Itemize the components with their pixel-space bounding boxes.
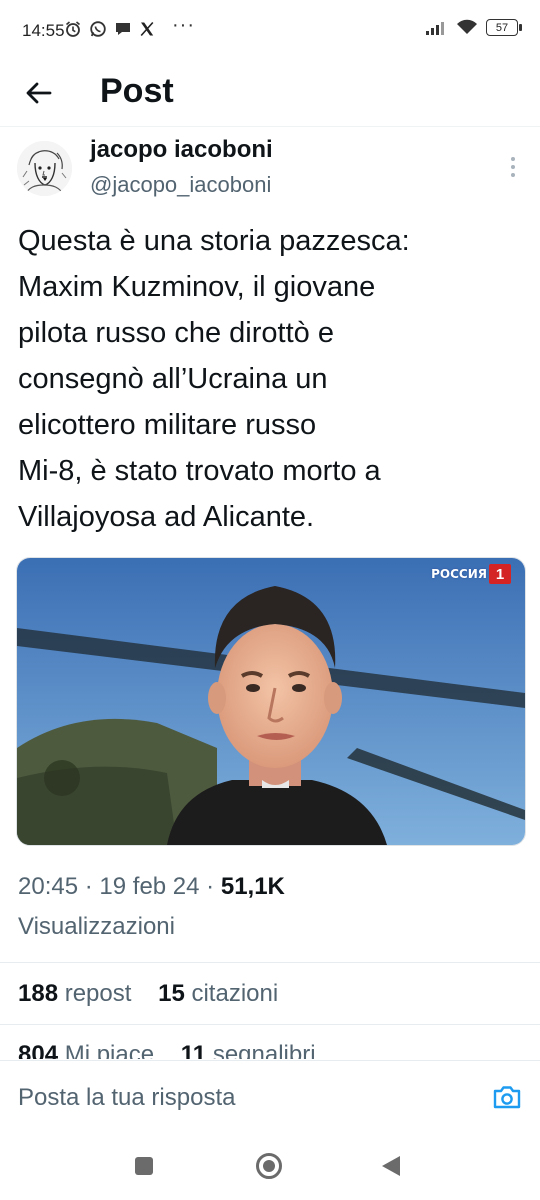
- tweet-media-image[interactable]: РОССИЯ 1: [16, 557, 526, 846]
- likes-count: 804: [18, 1041, 59, 1059]
- quotes-count: 15: [158, 980, 185, 1007]
- reply-composer: Posta la tua risposta: [0, 1060, 540, 1130]
- view-count: 51,1K: [220, 873, 285, 900]
- alarm-icon: [65, 21, 81, 37]
- home-button[interactable]: [255, 1152, 283, 1180]
- more-options-icon[interactable]: [506, 154, 520, 180]
- meta-separator: ·: [84, 873, 100, 900]
- chat-bubble-icon: [116, 23, 130, 35]
- tweet-date: 19 feb 24: [99, 873, 200, 900]
- channel-watermark: РОССИЯ 1: [431, 564, 511, 584]
- battery-icon: 57: [486, 19, 522, 36]
- system-icons: 57: [424, 19, 522, 36]
- tweet-line: elicottero militare russo: [18, 409, 317, 441]
- engagement-stats-secondary: 804 Mi piace 11 segnalibri: [18, 1041, 316, 1059]
- back-arrow-icon[interactable]: [20, 74, 58, 112]
- signal-icon: [426, 21, 444, 35]
- tweet-line: Villajoyosa ad Alicante.: [18, 501, 315, 533]
- system-navigation-bar: [0, 1128, 540, 1200]
- camera-icon[interactable]: [492, 1084, 522, 1110]
- tweet-line: Questa è una storia pazzesca:: [18, 225, 410, 257]
- bookmarks-stat[interactable]: 11 segnalibri: [181, 1041, 316, 1059]
- engagement-stats: 188 repost 15 citazioni: [18, 980, 278, 1008]
- reply-input[interactable]: Posta la tua risposta: [18, 1084, 235, 1112]
- tweet-line: Mi-8, è stato trovato morto a: [18, 455, 381, 487]
- more-notifications-icon: ···: [172, 14, 195, 36]
- quotes-label: citazioni: [191, 980, 279, 1007]
- tweet-time: 20:45: [18, 873, 79, 900]
- watermark-number: 1: [489, 564, 511, 584]
- reposts-count: 188: [18, 980, 59, 1007]
- divider: [0, 962, 540, 963]
- tweet-line: pilota russo che dirottò e: [18, 317, 334, 349]
- status-time: 14:55: [22, 21, 65, 40]
- meta-separator: ·: [206, 873, 221, 900]
- watermark-text: РОССИЯ: [431, 567, 487, 581]
- x-logo-icon: [140, 21, 154, 37]
- likes-label: Mi piace: [64, 1041, 155, 1059]
- divider: [0, 1024, 540, 1025]
- back-button[interactable]: [380, 1154, 402, 1178]
- likes-stat[interactable]: 804 Mi piace: [18, 1041, 154, 1059]
- wifi-icon: [457, 19, 477, 34]
- views-label: Visualizzazioni: [18, 913, 175, 940]
- tweet-line: consegnò all’Ucraina un: [18, 363, 328, 395]
- bookmarks-count: 11: [180, 1041, 207, 1059]
- top-header: Post: [0, 64, 540, 127]
- tweet-meta: 20:45 · 19 feb 24 · 51,1K: [18, 873, 285, 901]
- author-handle[interactable]: @jacopo_iacoboni: [90, 172, 271, 198]
- author-name[interactable]: jacopo iacoboni: [90, 136, 273, 164]
- author-avatar[interactable]: [17, 141, 72, 196]
- bookmarks-label: segnalibri: [212, 1041, 316, 1059]
- photo-pilot-portrait: [17, 558, 525, 845]
- reposts-label: repost: [64, 980, 132, 1007]
- notification-icons: [64, 20, 155, 38]
- quotes-stat[interactable]: 15 citazioni: [158, 980, 278, 1007]
- battery-level: 57: [495, 21, 509, 34]
- status-bar: 14:55 ··· 57: [0, 0, 540, 64]
- tweet-line: Maxim Kuzminov, il giovane: [18, 271, 376, 303]
- tweet-text: Questa è una storia pazzesca: Maxim Kuzm…: [18, 218, 528, 540]
- whatsapp-icon: [90, 21, 106, 37]
- page-title: Post: [100, 72, 174, 110]
- recent-apps-button[interactable]: [135, 1157, 153, 1175]
- reposts-stat[interactable]: 188 repost: [18, 980, 131, 1007]
- avatar-sketch: [17, 141, 72, 196]
